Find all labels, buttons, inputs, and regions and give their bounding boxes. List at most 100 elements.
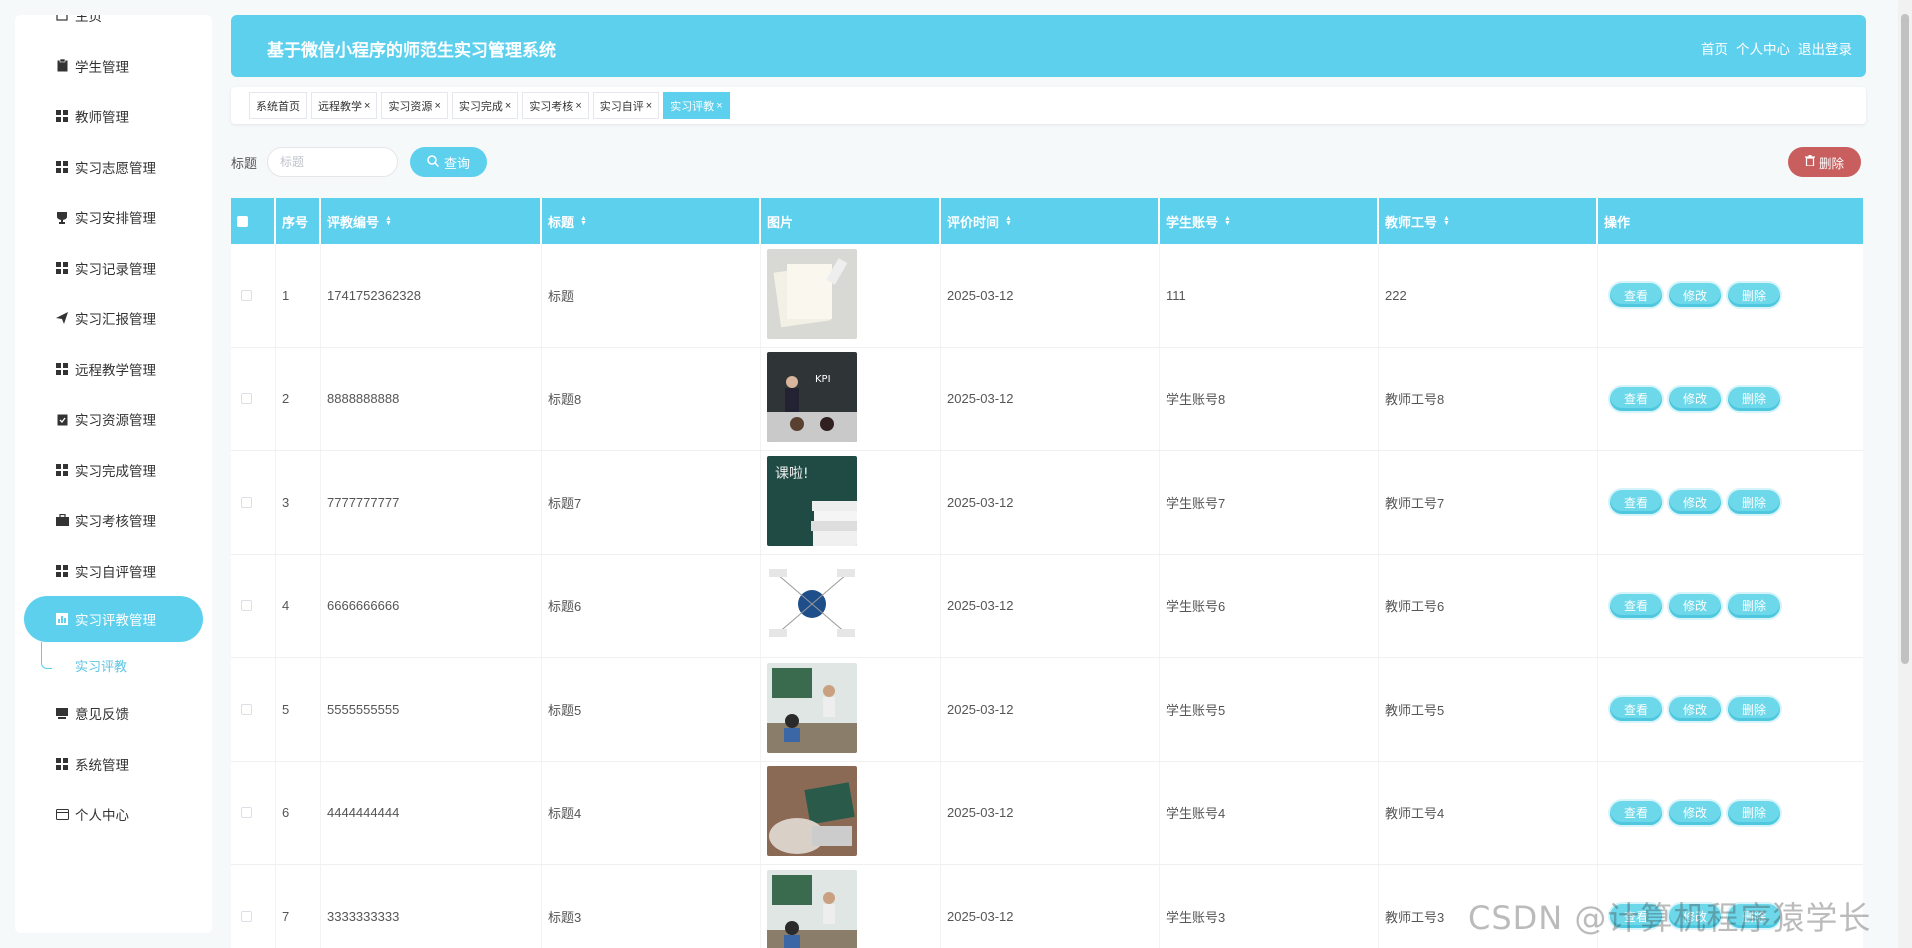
delete-button[interactable]: 删除 [1728, 593, 1780, 618]
logout-link[interactable]: 退出登录 [1798, 38, 1852, 58]
delete-button[interactable]: 删除 [1728, 490, 1780, 515]
cell-title: 标题6 [542, 554, 761, 657]
col-eval-number[interactable]: 评教编号 ▲ ▼ [321, 198, 542, 244]
close-icon[interactable]: × [646, 100, 652, 112]
delete-button[interactable]: 删除 [1728, 386, 1780, 411]
cell-actions: 查看 修改 删除 [1598, 555, 1863, 658]
sidebar-item-arrangement[interactable]: 实习安排管理 [15, 192, 212, 243]
sort-icon[interactable]: ▲ ▼ [1443, 215, 1450, 227]
row-checkbox[interactable] [241, 600, 252, 612]
tab-self-eval[interactable]: 实习自评 × [592, 92, 660, 119]
table-row: 1 1741752362328 标题 2025-03-12 111 222 查看 修改 删除 [231, 244, 1863, 348]
thumbnail-image[interactable] [767, 559, 857, 652]
sort-icon[interactable]: ▲ ▼ [1005, 215, 1012, 227]
tab-completion[interactable]: 实习完成 × [451, 92, 519, 119]
view-button[interactable]: 查看 [1610, 490, 1662, 515]
delete-button[interactable]: 删除 [1728, 904, 1780, 929]
sidebar-item-teachers[interactable]: 教师管理 [15, 91, 212, 142]
edit-button[interactable]: 修改 [1669, 490, 1721, 515]
search-input[interactable] [267, 147, 399, 177]
col-title[interactable]: 标题 ▲ ▼ [542, 198, 761, 244]
view-button[interactable]: 查看 [1610, 386, 1662, 411]
col-student-account[interactable]: 学生账号 ▲ ▼ [1160, 198, 1379, 244]
thumbnail-image[interactable] [767, 766, 857, 859]
home-link[interactable]: 首页 [1701, 38, 1728, 58]
row-checkbox[interactable] [241, 496, 252, 508]
sort-icon[interactable]: ▲ ▼ [385, 215, 392, 227]
sidebar-item-profile[interactable]: 个人中心 [15, 789, 212, 840]
sidebar-item-self-eval[interactable]: 实习自评管理 [15, 546, 212, 597]
delete-button[interactable]: 删除 [1728, 800, 1780, 825]
tab-assessment[interactable]: 实习考核 × [522, 92, 589, 119]
sidebar-subitem-teaching-eval[interactable]: 实习评教 [15, 642, 212, 688]
sidebar-item-volunteer[interactable]: 实习志愿管理 [15, 142, 212, 193]
close-icon[interactable]: × [505, 100, 511, 112]
cell-image: 课啦! [761, 451, 941, 554]
row-checkbox[interactable] [241, 910, 252, 922]
col-teacher-id[interactable]: 教师工号 ▲ ▼ [1379, 198, 1598, 244]
top-header: 基于微信小程序的师范生实习管理系统 首页 个人中心 退出登录 [231, 15, 1866, 77]
edit-button[interactable]: 修改 [1669, 593, 1721, 618]
table-row: 5 5555555555 标题5 2025-03-12 学生账号5 教师工号5 查看 修改 删除 [231, 658, 1863, 762]
cell-actions: 查看 修改 删除 [1598, 451, 1863, 554]
cell-teacher-id: 教师工号3 [1379, 865, 1598, 948]
thumbnail-image[interactable]: 课啦! [767, 455, 857, 549]
sidebar-item-reports[interactable]: 实习汇报管理 [15, 293, 212, 344]
page-scrollbar[interactable] [1898, 0, 1912, 948]
cell-student-account: 学生账号3 [1160, 865, 1379, 948]
edit-button[interactable]: 修改 [1669, 697, 1721, 722]
sidebar-item-teaching-eval[interactable]: 实习评教管理 [24, 596, 203, 642]
view-button[interactable]: 查看 [1610, 904, 1662, 929]
sidebar-item-completion[interactable]: 实习完成管理 [15, 445, 212, 496]
cell-title: 标题7 [542, 451, 761, 554]
sidebar-item-records[interactable]: 实习记录管理 [15, 243, 212, 294]
cell-eval-time: 2025-03-12 [941, 347, 1160, 450]
tab-resources[interactable]: 实习资源 × [381, 92, 448, 119]
query-button[interactable]: 查询 [410, 147, 488, 177]
tab-remote-teaching[interactable]: 远程教学 × [311, 92, 378, 119]
row-checkbox[interactable] [241, 289, 252, 301]
sidebar-item-resources[interactable]: 实习资源管理 [15, 394, 212, 445]
row-checkbox[interactable] [241, 807, 252, 819]
row-checkbox[interactable] [241, 393, 252, 405]
sidebar-item-students[interactable]: 学生管理 [15, 41, 212, 92]
profile-link[interactable]: 个人中心 [1736, 38, 1790, 58]
close-icon[interactable]: × [716, 100, 722, 112]
cell-image [761, 761, 941, 864]
cell-student-account: 111 [1160, 244, 1379, 347]
batch-delete-button[interactable]: 删除 [1788, 147, 1861, 177]
sidebar-item-home[interactable]: 主页 [15, 15, 212, 41]
sidebar-item-label: 系统管理 [75, 757, 129, 773]
col-eval-time[interactable]: 评价时间 ▲ ▼ [941, 198, 1160, 244]
tab-system-home[interactable]: 系统首页 [249, 92, 307, 119]
sidebar-item-remote-teaching[interactable]: 远程教学管理 [15, 344, 212, 395]
cell-image: KPI [761, 347, 941, 450]
tab-teaching-eval[interactable]: 实习评教 × [663, 92, 730, 119]
delete-button[interactable]: 删除 [1728, 283, 1780, 308]
edit-button[interactable]: 修改 [1669, 386, 1721, 411]
edit-button[interactable]: 修改 [1669, 800, 1721, 825]
close-icon[interactable]: × [575, 100, 581, 112]
view-button[interactable]: 查看 [1610, 283, 1662, 308]
row-checkbox[interactable] [241, 703, 252, 715]
view-button[interactable]: 查看 [1610, 800, 1662, 825]
edit-button[interactable]: 修改 [1669, 904, 1721, 929]
thumbnail-image[interactable] [767, 248, 857, 342]
sort-icon[interactable]: ▲ ▼ [1224, 215, 1231, 227]
sidebar-item-feedback[interactable]: 意见反馈 [15, 688, 212, 739]
thumbnail-image[interactable] [767, 869, 857, 948]
close-icon[interactable]: × [364, 100, 370, 112]
select-all-checkbox[interactable] [237, 215, 248, 227]
sidebar-item-assessment[interactable]: 实习考核管理 [15, 495, 212, 546]
close-icon[interactable]: × [434, 100, 440, 112]
scrollbar-thumb[interactable] [1901, 14, 1909, 664]
view-button[interactable]: 查看 [1610, 697, 1662, 722]
edit-button[interactable]: 修改 [1669, 283, 1721, 308]
sort-icon[interactable]: ▲ ▼ [580, 215, 587, 227]
sidebar-item-label: 实习考核管理 [75, 514, 156, 530]
view-button[interactable]: 查看 [1610, 593, 1662, 618]
sidebar-item-system[interactable]: 系统管理 [15, 739, 212, 790]
thumbnail-image[interactable] [767, 662, 857, 756]
thumbnail-image[interactable]: KPI [767, 352, 857, 445]
delete-button[interactable]: 删除 [1728, 697, 1780, 722]
